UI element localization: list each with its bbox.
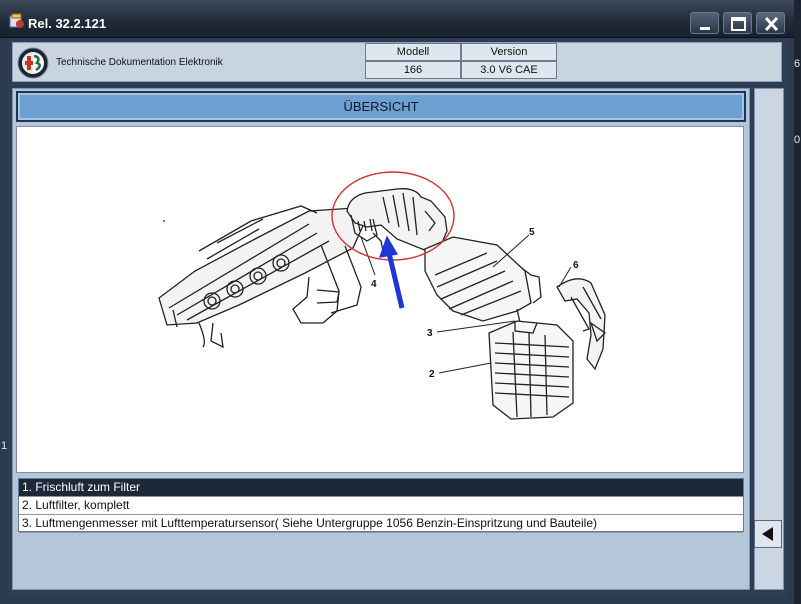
edge-glyph: 1 xyxy=(1,440,8,452)
list-item[interactable]: 1. Frischluft zum Filter xyxy=(19,479,743,497)
edge-glyph: 6 xyxy=(794,58,801,70)
list-item[interactable]: 3. Luftmengenmesser mit Lufttemperaturse… xyxy=(19,515,743,533)
client-area: Technische Dokumentation Elektronik Mode… xyxy=(8,39,788,597)
app-name: Technische Dokumentation Elektronik xyxy=(56,57,223,68)
callout-6: 6 xyxy=(573,260,579,271)
side-strip xyxy=(754,88,784,590)
model-value: 166 xyxy=(365,61,461,79)
engine-block xyxy=(158,205,367,349)
minimize-icon xyxy=(700,27,710,30)
intake-duct xyxy=(346,188,448,252)
parts-list: 1. Frischluft zum Filter 2. Luftfilter, … xyxy=(18,478,744,533)
callout-5: 5 xyxy=(529,227,535,238)
model-label: Modell xyxy=(365,43,461,61)
app-window: Rel. 32.2.121 Technische Dokumentation E… xyxy=(0,0,794,604)
maximize-button[interactable] xyxy=(723,12,752,34)
content-panel: ÜBERSICHT 5 6 3 2 4 1. Frischluft zum Fi… xyxy=(12,88,750,590)
diagram-area: 5 6 3 2 4 xyxy=(16,126,744,473)
callout-3: 3 xyxy=(427,328,433,339)
close-button[interactable] xyxy=(756,12,785,34)
version-value: 3.0 V6 CAE xyxy=(461,61,557,79)
close-icon xyxy=(764,16,779,32)
window-title: Rel. 32.2.121 xyxy=(28,16,107,31)
edge-glyph: 0 xyxy=(794,134,801,146)
version-label: Version xyxy=(461,43,557,61)
triangle-left-icon xyxy=(762,527,773,541)
minimize-button[interactable] xyxy=(690,12,719,34)
callout-4: 4 xyxy=(371,279,377,290)
alfa-romeo-logo-icon xyxy=(17,47,49,79)
maximize-icon xyxy=(731,17,746,31)
document-header: Technische Dokumentation Elektronik Mode… xyxy=(12,42,782,82)
air-filter-box xyxy=(488,320,574,420)
callout-2: 2 xyxy=(429,369,435,380)
title-bar: Rel. 32.2.121 xyxy=(0,0,794,38)
engine-intake-diagram: 5 6 3 2 4 xyxy=(158,171,607,420)
blue-arrow-icon xyxy=(379,235,405,309)
section-title: ÜBERSICHT xyxy=(16,91,746,122)
app-icon xyxy=(9,13,24,28)
back-button[interactable] xyxy=(754,520,782,548)
list-item[interactable]: 2. Luftfilter, komplett xyxy=(19,497,743,515)
